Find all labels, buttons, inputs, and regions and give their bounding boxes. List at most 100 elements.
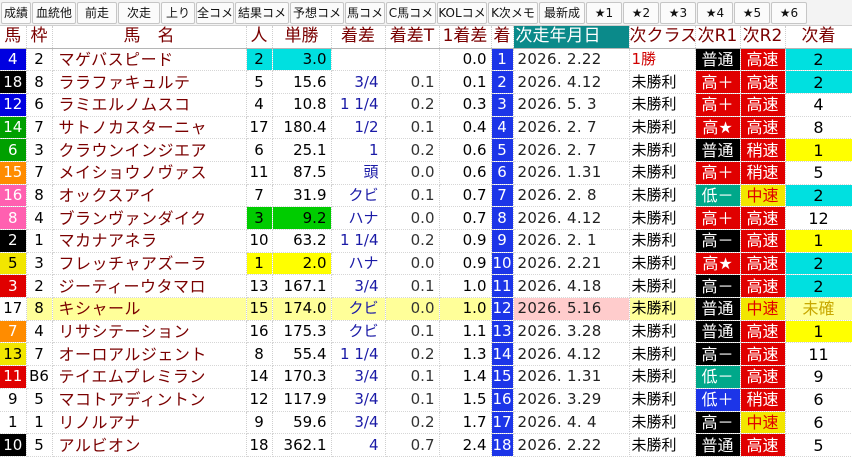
margin-time: 0.2 xyxy=(385,342,440,367)
horse-name[interactable]: テイエムプレミラン xyxy=(52,365,247,389)
next-race-rating-2: 中速 xyxy=(740,184,786,208)
col-header-diff[interactable]: 着差 xyxy=(331,26,386,49)
horse-number: 5 xyxy=(0,252,27,276)
results-table: 馬 枠 馬 名 人 単勝 着差 着差T 1着差 着 次走年月日 次クラス 次R1… xyxy=(0,26,852,457)
col-header-r1[interactable]: 次R1 xyxy=(695,26,741,49)
col-header-next-class[interactable]: 次クラス xyxy=(629,26,696,49)
table-row[interactable]: 14 7 サトノカスターニャ 17 180.4 1/2 0.1 0.4 4 2026. 2. 7未… xyxy=(0,116,852,140)
toolbar-button[interactable]: 次走 xyxy=(118,2,160,24)
frame-number: 7 xyxy=(26,342,53,367)
popularity: 17 xyxy=(246,116,273,140)
table-row[interactable]: 17 8 キシャール 15 174.0 クビ 0.0 1.0 12 2026. 5.16 未勝利 普通… xyxy=(0,297,852,321)
toolbar-button[interactable]: 上り xyxy=(161,2,195,24)
popularity: 15 xyxy=(246,297,273,321)
next-race-class: 未勝利 xyxy=(629,70,696,94)
col-header-waku[interactable]: 枠 xyxy=(26,26,53,49)
horse-number: 17 xyxy=(0,297,27,321)
horse-name[interactable]: フレッチャアズーラ xyxy=(52,252,247,276)
frame-number: 4 xyxy=(26,320,53,344)
col-header-diff-t[interactable]: 着差T xyxy=(385,26,440,49)
horse-name[interactable]: リサシテーション xyxy=(52,320,247,344)
horse-name[interactable]: マカナアネラ xyxy=(52,229,247,253)
table-row[interactable]: 16 8 オックスアイ 7 31.9 クビ 0.1 0.7 7 2026. 2. 8 未勝利 低－ 中速… xyxy=(0,184,852,208)
toolbar-button[interactable]: 最新成 xyxy=(539,2,585,24)
table-row[interactable]: 13 7 オーロアルジェント 8 55.4 1 1/4 0.2 1.3 14 2026. 4.12… xyxy=(0,342,852,367)
horse-name[interactable]: リノルアナ xyxy=(52,411,247,435)
next-race-finish: 2 xyxy=(785,48,852,72)
col-header-odds[interactable]: 単勝 xyxy=(272,26,332,49)
toolbar-button[interactable]: 結果コメ xyxy=(235,2,289,24)
toolbar-button[interactable]: ★5 xyxy=(734,2,770,24)
next-race-class: 未勝利 xyxy=(629,252,696,276)
table-row[interactable]: 10 5 アルビオン 18 362.1 4 0.7 2.4 18 2026. 2.22 未勝利 普通高… xyxy=(0,433,852,457)
toolbar-button[interactable]: ★4 xyxy=(697,2,733,24)
horse-name[interactable]: マゲバスピード xyxy=(52,48,247,72)
frame-number: 8 xyxy=(26,297,53,321)
table-row[interactable]: 15 7 メイショウノヴァス 11 87.5 頭 0.0 0.6 6 2026. 1.31 未勝利高… xyxy=(0,161,852,185)
horse-number: 4 xyxy=(0,48,27,72)
table-row[interactable]: 11 B6 テイエムプレミラン 14 170.3 3/4 0.1 1.4 15 2026. 1.3… xyxy=(0,365,852,389)
frame-number: 8 xyxy=(26,70,53,94)
toolbar-button[interactable]: 馬コメ xyxy=(345,2,385,24)
table-row[interactable]: 7 4 リサシテーション 16 175.3 クビ 0.1 1.1 13 2026. 3.28 未勝利… xyxy=(0,320,852,344)
horse-number: 16 xyxy=(0,184,27,208)
next-race-rating-1: 高＋ xyxy=(695,70,741,94)
horse-name[interactable]: サトノカスターニャ xyxy=(52,116,247,140)
toolbar-button[interactable]: 全コメ xyxy=(196,2,234,24)
next-race-date: 2026. 5.16 xyxy=(513,297,630,321)
toolbar-button[interactable]: K次メモ xyxy=(488,2,538,24)
win-odds: 117.9 xyxy=(272,388,332,412)
margin: クビ xyxy=(331,184,386,208)
horse-name[interactable]: メイショウノヴァス xyxy=(52,161,247,185)
margin: 4 xyxy=(331,433,386,457)
table-row[interactable]: 1 1 リノルアナ 9 59.6 3/4 0.2 1.7 17 2026. 4. 4 未勝利 高－ 中速… xyxy=(0,411,852,435)
table-row[interactable]: 5 3 フレッチャアズーラ 1 2.0 ハナ 0.0 0.9 10 2026. 2.21 未勝利 高★… xyxy=(0,252,852,276)
toolbar-button[interactable]: KOLコメ xyxy=(437,2,487,24)
col-header-name[interactable]: 馬 名 xyxy=(52,26,247,49)
col-header-next-date[interactable]: 次走年月日 xyxy=(513,26,630,49)
finish-order: 8 xyxy=(491,206,514,230)
toolbar-button[interactable]: ★2 xyxy=(623,2,659,24)
next-race-rating-2: 稍速 xyxy=(740,138,786,162)
horse-name[interactable]: ラミエルノムスコ xyxy=(52,93,247,117)
horse-name[interactable]: オーロアルジェント xyxy=(52,342,247,367)
table-row[interactable]: 12 6 ラミエルノムスコ 4 10.8 1 1/4 0.2 0.3 3 2026. 5. 3 未勝… xyxy=(0,93,852,117)
table-row[interactable]: 18 8 ララファキュルテ 5 15.6 3/4 0.1 0.1 2 2026. 4.12 未勝利高… xyxy=(0,70,852,94)
horse-name[interactable]: アルビオン xyxy=(52,433,247,457)
col-header-next[interactable]: 次着 xyxy=(785,26,852,49)
col-header-order[interactable]: 着 xyxy=(491,26,514,49)
table-row[interactable]: 2 1 マカナアネラ 10 63.2 1 1/4 0.2 0.9 9 2026. 2. 1 未勝利高… xyxy=(0,229,852,253)
table-row[interactable]: 4 2 マゲバスピード 2 3.0 0.0 1 2026. 2.22 1勝 普通 高速 2 xyxy=(0,48,852,72)
toolbar-button[interactable]: 予想コメ xyxy=(290,2,344,24)
win-odds: 10.8 xyxy=(272,93,332,117)
next-race-rating-1: 高－ xyxy=(695,229,741,253)
win-odds: 3.0 xyxy=(272,48,332,72)
popularity: 11 xyxy=(246,161,273,185)
time-behind-winner: 0.9 xyxy=(439,229,492,253)
next-race-date: 2026. 5. 3 xyxy=(513,93,630,117)
horse-name[interactable]: ブランヴァンダイク xyxy=(52,206,247,230)
horse-name[interactable]: マコトアディントン xyxy=(52,388,247,412)
horse-name[interactable]: オックスアイ xyxy=(52,184,247,208)
table-row[interactable]: 8 4 ブランヴァンダイク 3 9.2 ハナ 0.0 0.7 8 2026. 4.12 未勝利 高＋高… xyxy=(0,206,852,230)
col-header-ban[interactable]: 馬 xyxy=(0,26,27,49)
table-row[interactable]: 9 5 マコトアディントン 12 117.9 3/4 0.1 1.5 16 2026. 3.29 未… xyxy=(0,388,852,412)
col-header-pop[interactable]: 人 xyxy=(246,26,273,49)
col-header-r2[interactable]: 次R2 xyxy=(740,26,786,49)
toolbar-button[interactable]: C馬コメ xyxy=(386,2,436,24)
toolbar-button[interactable]: ★3 xyxy=(660,2,696,24)
toolbar-button[interactable]: 前走 xyxy=(77,2,117,24)
horse-name[interactable]: クラウンインジエア xyxy=(52,138,247,162)
toolbar-button[interactable]: 成績 xyxy=(1,2,31,24)
toolbar-button[interactable]: ★1 xyxy=(586,2,622,24)
table-row[interactable]: 3 2 ジーティーウタマロ 13 167.1 3/4 0.1 1.0 11 2026. 4.18 未… xyxy=(0,274,852,299)
table-row[interactable]: 6 3 クラウンインジエア 6 25.1 1 0.2 0.6 5 2026. 2. 7 未勝利 普通稍… xyxy=(0,138,852,162)
horse-name[interactable]: ジーティーウタマロ xyxy=(52,274,247,299)
toolbar-button[interactable]: 血統他 xyxy=(32,2,76,24)
horse-name[interactable]: ララファキュルテ xyxy=(52,70,247,94)
next-race-rating-2: 高速 xyxy=(740,274,786,299)
margin-time: 0.0 xyxy=(385,161,440,185)
horse-name[interactable]: キシャール xyxy=(52,297,247,321)
toolbar-button[interactable]: ★6 xyxy=(771,2,807,24)
col-header-cum[interactable]: 1着差 xyxy=(439,26,492,49)
